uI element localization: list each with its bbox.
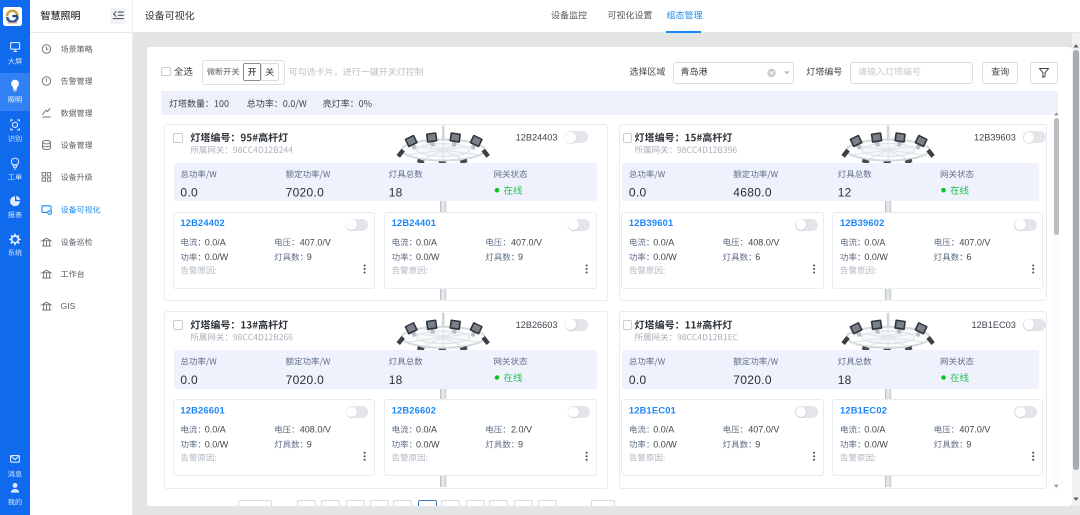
svg-text:407.0/V: 407.0/V [511, 237, 542, 247]
svg-text:12: 12 [838, 186, 852, 200]
svg-text:7020.0: 7020.0 [286, 373, 325, 387]
svg-text:0.0/W: 0.0/W [205, 252, 229, 262]
svg-text:9: 9 [307, 252, 312, 262]
svg-text:9: 9 [518, 252, 523, 262]
svg-text:12B24401: 12B24401 [392, 218, 437, 228]
svg-text:6: 6 [755, 252, 760, 262]
svg-text:0.0/W: 0.0/W [416, 440, 440, 450]
svg-text:12B26603: 12B26603 [516, 320, 558, 330]
svg-text:4680.0: 4680.0 [733, 186, 772, 200]
svg-text:407.0/V: 407.0/V [300, 237, 331, 247]
svg-text:12B39602: 12B39602 [840, 218, 885, 228]
svg-text:407.0/V: 407.0/V [959, 237, 990, 247]
svg-text:12B1EC02: 12B1EC02 [840, 405, 887, 415]
svg-text:408.0/V: 408.0/V [300, 425, 331, 435]
svg-text:408.0/V: 408.0/V [748, 237, 779, 247]
svg-text:0.0/A: 0.0/A [205, 237, 226, 247]
svg-text:12B24402: 12B24402 [180, 218, 225, 228]
svg-text:0.0/W: 0.0/W [416, 252, 440, 262]
svg-text:0.0/A: 0.0/A [416, 237, 437, 247]
svg-text:6: 6 [966, 252, 971, 262]
svg-text:12B26601: 12B26601 [180, 405, 225, 415]
svg-text:0.0: 0.0 [629, 373, 647, 387]
svg-text:0.0/A: 0.0/A [653, 425, 674, 435]
svg-text:9: 9 [966, 440, 971, 450]
svg-text:2.0/V: 2.0/V [511, 425, 532, 435]
svg-text:9: 9 [755, 440, 760, 450]
svg-text:12B39603: 12B39603 [974, 133, 1016, 143]
svg-text:0.0/A: 0.0/A [416, 425, 437, 435]
svg-text:0.0: 0.0 [180, 373, 198, 387]
svg-text:0.0/A: 0.0/A [205, 425, 226, 435]
svg-text:0.0/W: 0.0/W [653, 252, 677, 262]
svg-text:12B1EC01: 12B1EC01 [629, 405, 676, 415]
svg-text:GIS: GIS [61, 301, 76, 311]
svg-text:0.0/A: 0.0/A [864, 425, 885, 435]
svg-text:18: 18 [838, 373, 852, 387]
svg-text:0.0/W: 0.0/W [864, 440, 888, 450]
svg-text:407.0/V: 407.0/V [748, 425, 779, 435]
svg-text:0.0/W: 0.0/W [864, 252, 888, 262]
svg-text:18: 18 [389, 373, 403, 387]
svg-text:0.0/A: 0.0/A [653, 237, 674, 247]
svg-text:12B39601: 12B39601 [629, 218, 674, 228]
svg-text:9: 9 [307, 440, 312, 450]
svg-text:9: 9 [518, 440, 523, 450]
svg-text:0.0: 0.0 [629, 186, 647, 200]
svg-text:12B1EC03: 12B1EC03 [971, 320, 1015, 330]
svg-text:7020.0: 7020.0 [286, 186, 325, 200]
svg-text:0.0/A: 0.0/A [864, 237, 885, 247]
svg-text:0.0/W: 0.0/W [205, 440, 229, 450]
svg-text:0.0: 0.0 [180, 186, 198, 200]
svg-text:407.0/V: 407.0/V [959, 425, 990, 435]
svg-text:12B26602: 12B26602 [392, 405, 437, 415]
svg-text:0.0/W: 0.0/W [653, 440, 677, 450]
svg-text:18: 18 [389, 186, 403, 200]
svg-text:12B24403: 12B24403 [516, 133, 558, 143]
svg-text:7020.0: 7020.0 [733, 373, 772, 387]
